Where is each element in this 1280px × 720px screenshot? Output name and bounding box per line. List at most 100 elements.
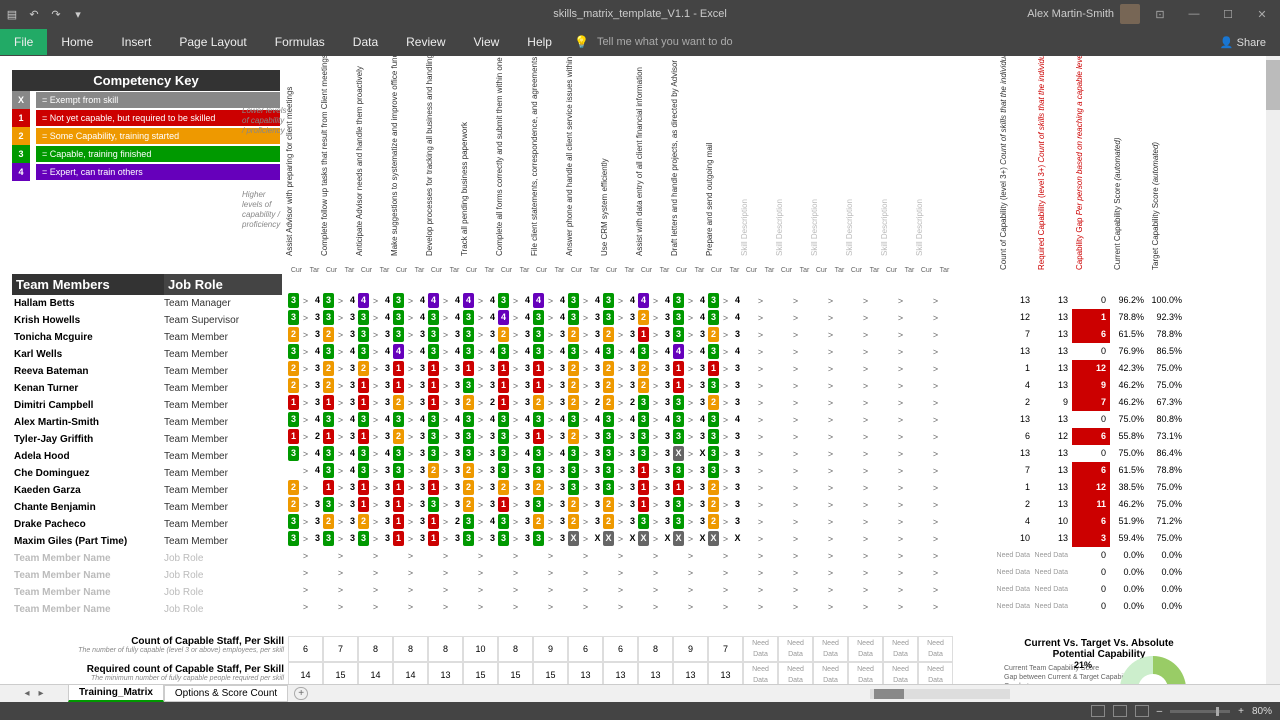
tab-prev-icon[interactable]: ◂ bbox=[20, 688, 34, 699]
ribbon-tab-home[interactable]: Home bbox=[47, 29, 107, 55]
skill-header-7: File client statements, correspondence, … bbox=[533, 70, 568, 274]
data-row[interactable]: 3>33>33>43>43>43>44>43>43>33>32>33>43>4>… bbox=[288, 309, 953, 326]
member-row[interactable]: Tonicha McguireTeam Member bbox=[12, 329, 282, 346]
data-row-empty[interactable]: >>>>>>>>>>>>>>>>>>> bbox=[288, 598, 953, 615]
bottom-grid-row: 14151414131515151313131313Need DataNeed … bbox=[288, 662, 953, 684]
worksheet[interactable]: Competency Key X = Exempt from skill 1 =… bbox=[0, 56, 1280, 684]
data-row[interactable]: 2>32>33>33>33>33>32>33>32>32>31>33>32>3>… bbox=[288, 326, 953, 343]
member-row-empty[interactable]: Team Member NameJob Role bbox=[12, 550, 282, 567]
data-row[interactable]: >43>43>33>32>32>33>33>33>33>31>33>33>3>>… bbox=[288, 462, 953, 479]
summary-row: 29746.2%67.3% bbox=[996, 394, 1186, 411]
new-sheet-icon[interactable]: + bbox=[294, 687, 308, 700]
member-row[interactable]: Kaeden GarzaTeam Member bbox=[12, 482, 282, 499]
data-row-empty[interactable]: >>>>>>>>>>>>>>>>>>> bbox=[288, 547, 953, 564]
zoom-slider[interactable] bbox=[1170, 710, 1230, 713]
maximize-icon[interactable]: ☐ bbox=[1214, 8, 1242, 21]
data-row[interactable]: 1>31>31>32>31>32>21>32>32>22>23>33>32>3>… bbox=[288, 394, 953, 411]
skill-header-0: Assist Advisor with preparing for client… bbox=[288, 70, 323, 274]
data-row[interactable]: 2>32>32>31>31>31>31>31>32>32>32>31>31>3>… bbox=[288, 360, 953, 377]
ribbon-tab-insert[interactable]: Insert bbox=[107, 29, 165, 55]
skill-header-placeholder: Skill Description CurTar bbox=[813, 70, 848, 274]
avatar[interactable] bbox=[1120, 4, 1140, 24]
member-row[interactable]: Reeva BatemanTeam Member bbox=[12, 363, 282, 380]
zoom-level[interactable]: 80% bbox=[1252, 706, 1272, 717]
data-row[interactable]: 2>32>31>31>31>33>31>31>32>32>32>31>33>3>… bbox=[288, 377, 953, 394]
data-row[interactable]: 3>43>43>44>43>43>43>43>43>43>43>44>43>4>… bbox=[288, 343, 953, 360]
data-row[interactable]: 3>43>43>43>43>43>43>43>43>43>43>43>43>4>… bbox=[288, 411, 953, 428]
data-row-empty[interactable]: >>>>>>>>>>>>>>>>>>> bbox=[288, 581, 953, 598]
sheet-tab-options[interactable]: Options & Score Count bbox=[164, 685, 288, 702]
capability-chart: Current Vs. Target Vs. Absolute Potentia… bbox=[1004, 638, 1194, 684]
ribbon-tab-data[interactable]: Data bbox=[339, 29, 392, 55]
skill-header-12: Prepare and send outgoing mail CurTar bbox=[708, 70, 743, 274]
ribbon-tab-help[interactable]: Help bbox=[513, 29, 566, 55]
member-row-empty[interactable]: Team Member NameJob Role bbox=[12, 601, 282, 618]
data-row[interactable]: 1>21>31>32>33>33>33>31>32>33>33>33>33>3>… bbox=[288, 428, 953, 445]
competency-key-title: Competency Key bbox=[12, 70, 280, 91]
sheet-tab-bar: ◂ ▸ Training_Matrix Options & Score Coun… bbox=[0, 684, 1280, 702]
job-role-header: Job Role bbox=[164, 274, 282, 295]
member-row[interactable]: Dimitri CampbellTeam Member bbox=[12, 397, 282, 414]
summary-headers: Count of Capability (level 3+) Count of … bbox=[996, 70, 1186, 274]
skill-data-grid[interactable]: 3>43>44>43>44>44>43>44>43>43>44>43>43>4>… bbox=[288, 292, 953, 615]
close-icon[interactable]: ✕ bbox=[1248, 8, 1276, 21]
view-normal-icon[interactable] bbox=[1091, 705, 1105, 717]
member-row[interactable]: Tyler-Jay GriffithTeam Member bbox=[12, 431, 282, 448]
ribbon-tab-page-layout[interactable]: Page Layout bbox=[165, 29, 260, 55]
member-row[interactable]: Karl WellsTeam Member bbox=[12, 346, 282, 363]
ribbon: File HomeInsertPage LayoutFormulasDataRe… bbox=[0, 28, 1280, 56]
member-row[interactable]: Drake PachecoTeam Member bbox=[12, 516, 282, 533]
undo-icon[interactable]: ↶ bbox=[26, 8, 42, 21]
summary-header-1: Required Capability (level 3+) Count of … bbox=[1034, 70, 1072, 274]
summary-row-empty: Need DataNeed Data00.0%0.0% bbox=[996, 581, 1186, 598]
bottom-label-0: Count of Capable Staff, Per SkillThe num… bbox=[12, 636, 284, 654]
ribbon-tab-formulas[interactable]: Formulas bbox=[261, 29, 339, 55]
redo-icon[interactable]: ↷ bbox=[48, 8, 64, 21]
data-row[interactable]: 3>32>32>31>31>23>43>32>32>32>33>33>32>3>… bbox=[288, 513, 953, 530]
minimize-icon[interactable]: — bbox=[1180, 8, 1208, 20]
summary-row-empty: Need DataNeed Data00.0%0.0% bbox=[996, 564, 1186, 581]
ribbon-options-icon[interactable]: ⊡ bbox=[1146, 8, 1174, 21]
member-row[interactable]: Krish HowellsTeam Supervisor bbox=[12, 312, 282, 329]
member-row[interactable]: Chante BenjaminTeam Member bbox=[12, 499, 282, 516]
data-row[interactable]: 2>1>31>31>31>32>32>32>33>33>31>31>32>3>>… bbox=[288, 479, 953, 496]
ribbon-tab-view[interactable]: View bbox=[460, 29, 514, 55]
qat-more-icon[interactable]: ▾ bbox=[70, 8, 86, 21]
data-row[interactable]: 3>33>33>31>31>33>33>33>3X>XX>XX>XX>XX>X>… bbox=[288, 530, 953, 547]
key-row-4: 4 = Expert, can train others bbox=[12, 163, 280, 181]
tell-me-input[interactable]: Tell me what you want to do bbox=[597, 36, 733, 48]
member-row[interactable]: Che DominguezTeam Member bbox=[12, 465, 282, 482]
member-row[interactable]: Alex Martin-SmithTeam Member bbox=[12, 414, 282, 431]
file-tab[interactable]: File bbox=[0, 29, 47, 55]
user-name[interactable]: Alex Martin-Smith bbox=[1027, 8, 1114, 20]
team-member-table: Team Members Job Role Hallam BettsTeam M… bbox=[12, 274, 282, 618]
sheet-tab-training-matrix[interactable]: Training_Matrix bbox=[68, 684, 164, 702]
tab-next-icon[interactable]: ▸ bbox=[34, 688, 48, 699]
member-row-empty[interactable]: Team Member NameJob Role bbox=[12, 567, 282, 584]
data-row[interactable]: 3>43>44>43>44>44>43>44>43>43>44>43>43>4>… bbox=[288, 292, 953, 309]
member-row[interactable]: Hallam BettsTeam Manager bbox=[12, 295, 282, 312]
save-icon[interactable]: ▤ bbox=[4, 8, 20, 21]
summary-row: 410651.9%71.2% bbox=[996, 513, 1186, 530]
summary-header-3: Current Capability Score (automated) bbox=[1110, 70, 1148, 274]
member-row-empty[interactable]: Team Member NameJob Role bbox=[12, 584, 282, 601]
member-row[interactable]: Kenan TurnerTeam Member bbox=[12, 380, 282, 397]
summary-row: 1213178.8%92.3% bbox=[996, 309, 1186, 326]
data-row[interactable]: 2>33>31>31>33>32>31>33>32>32>31>33>32>3>… bbox=[288, 496, 953, 513]
skill-header-placeholder: Skill Description CurTar bbox=[848, 70, 883, 274]
member-row[interactable]: Adela HoodTeam Member bbox=[12, 448, 282, 465]
vertical-scrollbar[interactable] bbox=[1266, 56, 1280, 684]
data-row-empty[interactable]: >>>>>>>>>>>>>>>>>>> bbox=[288, 564, 953, 581]
horizontal-scrollbar[interactable] bbox=[870, 689, 1010, 699]
member-row[interactable]: Maxim Giles (Part Time)Team Member bbox=[12, 533, 282, 550]
view-page-layout-icon[interactable] bbox=[1113, 705, 1127, 717]
share-button[interactable]: 👤 Share bbox=[1206, 30, 1280, 55]
summary-header-4: Target Capability Score (automated) bbox=[1148, 70, 1186, 274]
summary-row-empty: Need DataNeed Data00.0%0.0% bbox=[996, 598, 1186, 615]
donut-chart-icon bbox=[1120, 656, 1186, 684]
summary-row: 713661.5%78.8% bbox=[996, 326, 1186, 343]
data-row[interactable]: 3>43>43>43>33>33>33>43>43>33>33>3X>X3>3>… bbox=[288, 445, 953, 462]
summary-row: 2131146.2%75.0% bbox=[996, 496, 1186, 513]
view-page-break-icon[interactable] bbox=[1135, 705, 1149, 717]
ribbon-tab-review[interactable]: Review bbox=[392, 29, 459, 55]
